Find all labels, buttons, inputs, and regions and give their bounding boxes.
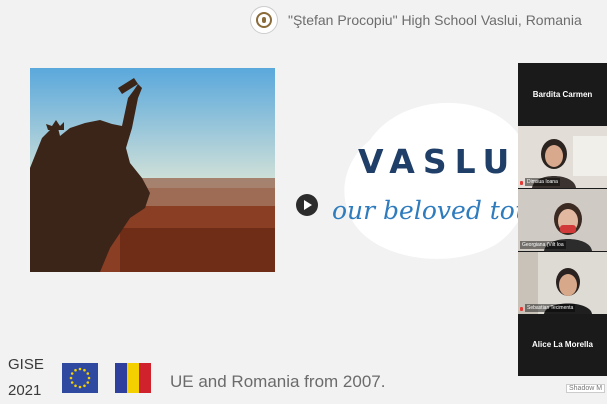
statue-photo [30, 68, 275, 272]
participant-tile[interactable]: Dimsua Ioana [518, 126, 607, 188]
school-seal-icon [250, 6, 278, 34]
participant-label: Dimsua Ioana [525, 178, 560, 186]
romania-flag-icon [115, 363, 151, 393]
slide-caption: UE and Romania from 2007. [170, 372, 386, 391]
project-year: 2021 [8, 382, 42, 399]
eu-flag-icon [62, 363, 98, 393]
project-name: GISE [8, 356, 44, 373]
shadow-tag: Shadow M [566, 384, 606, 393]
slogan-text: our beloved tou [332, 196, 531, 225]
participant-label: Sebastian Tecimenta [525, 304, 576, 312]
participant-tile[interactable]: Georgiana (Vilt Ioa [518, 189, 607, 251]
participants-panel[interactable]: Bardita Carmen Dimsua Ioana Georgiana (V… [518, 63, 607, 376]
participant-tile[interactable]: Bardita Carmen [518, 63, 607, 125]
mic-muted-icon [520, 307, 523, 311]
project-label: GISE 2021 [8, 352, 44, 404]
participant-name: Alice La Morella [532, 340, 593, 349]
mic-muted-icon [520, 181, 523, 185]
participant-tile[interactable]: Sebastian Tecimenta [518, 252, 607, 314]
play-button[interactable] [296, 194, 318, 216]
participant-name: Bardita Carmen [532, 90, 593, 99]
participant-tile[interactable]: Alice La Morella [518, 315, 607, 376]
participant-label: Georgiana (Vilt Ioa [520, 241, 566, 249]
slide-header: "Ştefan Procopiu" High School Vaslui, Ro… [250, 5, 582, 35]
school-name: "Ştefan Procopiu" High School Vaslui, Ro… [288, 12, 582, 28]
